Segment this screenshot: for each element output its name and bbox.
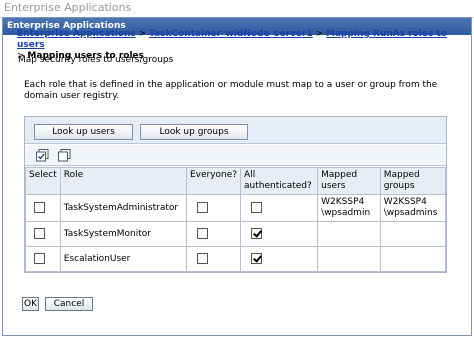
mapped-users-cell <box>317 246 381 272</box>
everyone-checkbox[interactable] <box>196 228 208 239</box>
mapped-user: \wpsadmin <box>321 208 371 218</box>
selection-toolbar <box>25 145 446 166</box>
select-cell <box>25 246 61 272</box>
deselect-all-icon[interactable] <box>58 149 71 162</box>
header-select: Select <box>25 167 61 195</box>
select-all-icon[interactable] <box>36 149 49 162</box>
everyone-cell <box>185 246 242 272</box>
mapped-users-cell <box>317 221 381 247</box>
table-row: TaskSystemAdministrator W2KSSP4 \wpsadmin… <box>25 194 447 222</box>
mapped-user: W2KSSP4 <box>321 197 365 207</box>
all-authenticated-checkbox[interactable] <box>251 202 263 213</box>
mapped-group: W2KSSP4 <box>383 197 427 207</box>
row-select-checkbox[interactable] <box>34 202 45 213</box>
table-row: EscalationUser <box>25 246 447 272</box>
lookup-button-bar: Look up users Look up groups <box>25 117 446 144</box>
mapped-group: \wpsadmins <box>383 208 438 218</box>
mapped-groups-cell: W2KSSP4 \wpsadmins <box>379 194 447 222</box>
breadcrumb-separator: > <box>315 29 324 39</box>
select-cell <box>25 194 61 222</box>
role-name: TaskSystemAdministrator <box>59 194 187 222</box>
look-up-users-button[interactable]: Look up users <box>34 124 133 140</box>
role-name: EscalationUser <box>59 246 187 272</box>
mapped-groups-cell <box>379 246 447 272</box>
everyone-checkbox[interactable] <box>196 253 208 264</box>
authenticated-cell <box>240 221 319 247</box>
row-select-checkbox[interactable] <box>34 228 45 239</box>
breadcrumb-link-task-container[interactable]: TaskContainer_widNode_server1 <box>149 29 313 39</box>
intro-text: Map security roles to users/groups <box>18 55 174 65</box>
description-text: Each role that is defined in the applica… <box>24 80 438 101</box>
everyone-cell <box>185 221 242 247</box>
roles-table: Select Role Everyone? All authenticated?… <box>25 167 447 272</box>
all-authenticated-checkbox[interactable] <box>251 253 263 264</box>
header-mapped-groups: Mapped groups <box>379 167 447 195</box>
select-cell <box>25 221 61 247</box>
role-mapping-grid: Look up users Look up groups Select Role… <box>24 116 447 273</box>
header-mapped-users: Mapped users <box>317 167 381 195</box>
header-role: Role <box>59 167 187 195</box>
mapped-users-cell: W2KSSP4 \wpsadmin <box>317 194 381 222</box>
table-row: TaskSystemMonitor <box>25 221 447 247</box>
look-up-groups-button[interactable]: Look up groups <box>140 124 248 140</box>
ok-button[interactable]: OK <box>22 297 39 311</box>
window-title: Enterprise Applications <box>0 0 474 18</box>
role-name: TaskSystemMonitor <box>59 221 187 247</box>
authenticated-cell <box>240 194 319 222</box>
table-header-row: Select Role Everyone? All authenticated?… <box>25 167 447 195</box>
header-all-authenticated: All authenticated? <box>240 167 319 195</box>
all-authenticated-checkbox[interactable] <box>251 228 263 239</box>
header-everyone: Everyone? <box>185 167 242 195</box>
mapped-groups-cell <box>379 221 447 247</box>
everyone-checkbox[interactable] <box>196 202 208 213</box>
authenticated-cell <box>240 246 319 272</box>
cancel-button[interactable]: Cancel <box>45 297 93 311</box>
row-select-checkbox[interactable] <box>34 253 45 264</box>
everyone-cell <box>185 194 242 222</box>
breadcrumb-separator: > <box>138 29 147 39</box>
breadcrumb-link-enterprise-applications[interactable]: Enterprise Applications <box>17 29 136 39</box>
